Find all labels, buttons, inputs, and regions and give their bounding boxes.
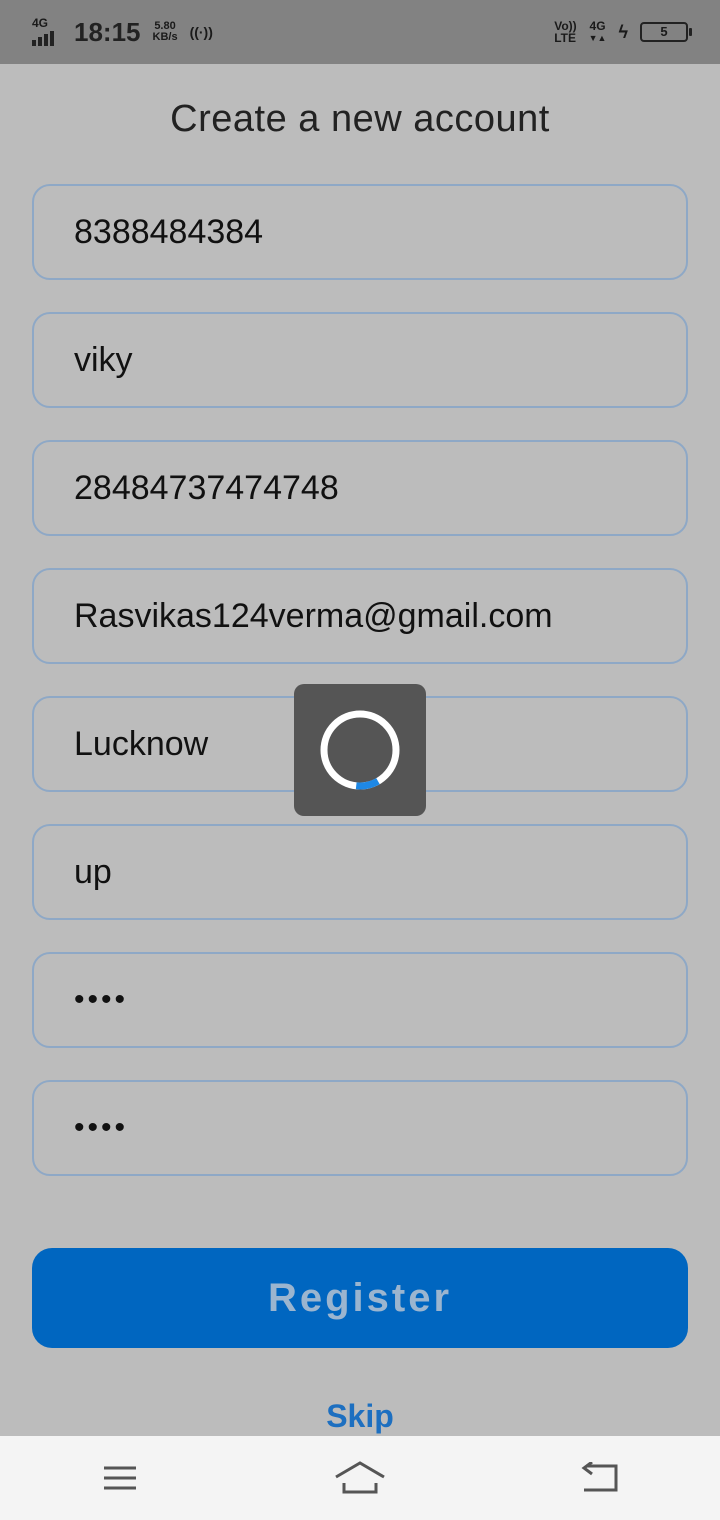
skip-link[interactable]: Skip — [0, 1398, 720, 1435]
state-field[interactable]: up — [32, 824, 688, 920]
home-icon[interactable] — [320, 1448, 400, 1508]
clock: 18:15 — [74, 16, 141, 47]
back-icon[interactable] — [560, 1448, 640, 1508]
mobile-number-field[interactable]: 8388484384 — [32, 184, 688, 280]
state-value: up — [74, 852, 112, 891]
name-field[interactable]: viky — [32, 312, 688, 408]
id-number-value: 28484737474748 — [74, 468, 339, 507]
status-left: 4G 18:15 5.80 KB/s ((·)) — [32, 16, 213, 48]
screen: 4G 18:15 5.80 KB/s ((·)) Vo)) LTE 4G ▼▲ … — [0, 0, 720, 1520]
charging-icon: ϟ — [618, 21, 628, 42]
password-value: •••• — [74, 983, 129, 1016]
menu-icon[interactable] — [80, 1448, 160, 1508]
city-value: Lucknow — [74, 724, 209, 763]
loading-spinner-icon — [320, 710, 400, 790]
data-network-label: 4G — [589, 19, 606, 33]
volte-icon: Vo)) LTE — [554, 20, 576, 44]
confirm-password-value: •••• — [74, 1111, 129, 1144]
email-value: Rasvikas124verma@gmail.com — [74, 596, 553, 635]
email-field[interactable]: Rasvikas124verma@gmail.com — [32, 568, 688, 664]
password-field[interactable]: •••• — [32, 952, 688, 1048]
register-label: Register — [267, 1275, 453, 1320]
confirm-password-field[interactable]: •••• — [32, 1080, 688, 1176]
signal-icon: 4G — [32, 16, 62, 46]
network-speed: 5.80 KB/s — [153, 21, 178, 43]
id-number-field[interactable]: 28484737474748 — [32, 440, 688, 536]
navigation-bar — [0, 1436, 720, 1520]
volte-bottom: LTE — [554, 31, 576, 45]
mobile-number-value: 8388484384 — [74, 212, 264, 251]
hotspot-icon: ((·)) — [189, 24, 213, 40]
status-bar: 4G 18:15 5.80 KB/s ((·)) Vo)) LTE 4G ▼▲ … — [0, 0, 720, 64]
status-right: Vo)) LTE 4G ▼▲ ϟ 5 — [554, 19, 692, 44]
data-network-icon: 4G ▼▲ — [588, 19, 607, 43]
loading-dialog — [294, 684, 426, 816]
network-type: 4G — [32, 16, 49, 30]
battery-level: 5 — [660, 24, 668, 39]
name-value: viky — [74, 340, 133, 379]
register-button[interactable]: Register — [32, 1248, 688, 1348]
page-title: Create a new account — [170, 98, 550, 140]
speed-unit: KB/s — [152, 31, 178, 43]
battery-icon: 5 — [640, 22, 692, 42]
